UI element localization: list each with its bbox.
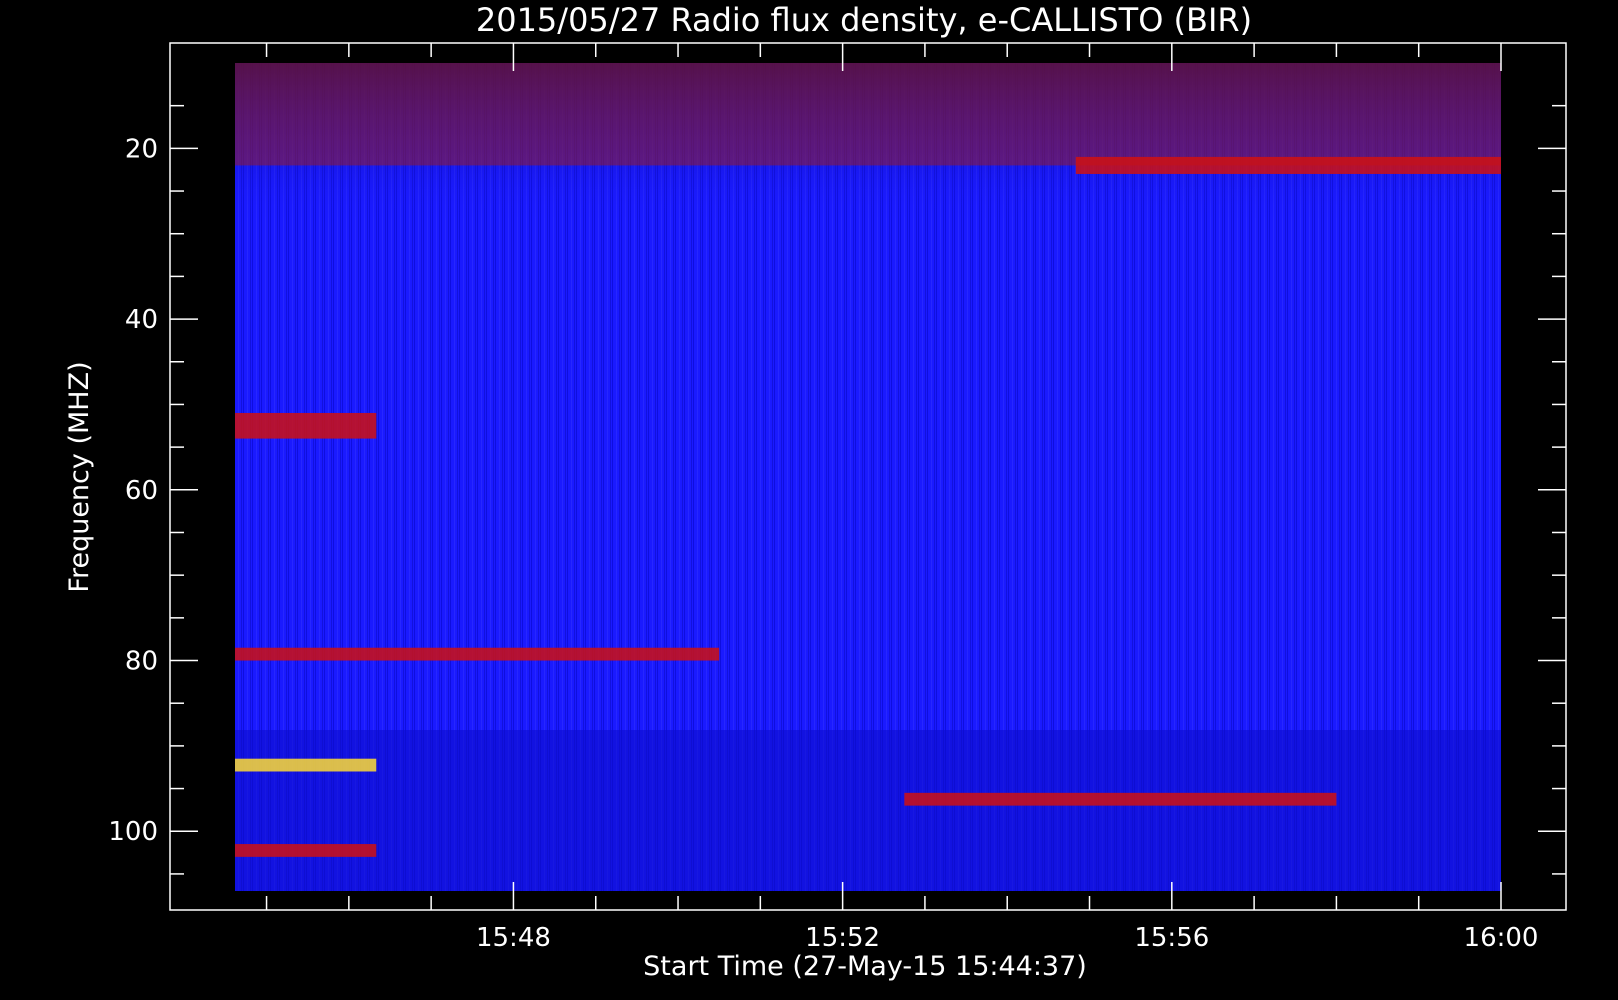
feature-band-5 [904, 792, 1337, 806]
feature-band-6 [1075, 156, 1501, 174]
chart-title: 2015/05/27 Radio flux density, e-CALLIST… [476, 1, 1252, 39]
y-tick-label-20: 20 [125, 134, 158, 164]
x-tick-label-1548: 15:48 [476, 923, 551, 953]
y-tick-label-40: 40 [125, 305, 158, 335]
feature-band-2 [235, 647, 720, 661]
y-axis-label: Frequency (MHZ) [64, 361, 95, 592]
feature-band-3 [235, 758, 377, 772]
y-tick-label-80: 80 [125, 647, 158, 677]
feature-band-0 [235, 63, 1501, 166]
x-tick-label-1556: 15:56 [1134, 923, 1209, 953]
feature-band-1 [235, 412, 377, 439]
x-tick-label-1600: 16:00 [1464, 923, 1539, 953]
y-tick-label-60: 60 [125, 476, 158, 506]
y-tick-label-100: 100 [108, 817, 158, 847]
feature-band-4 [235, 844, 377, 857]
x-tick-label-1552: 15:52 [805, 923, 880, 953]
spectrogram-image [235, 63, 1501, 891]
spectrogram-bottom-band [235, 730, 1501, 891]
x-axis-label: Start Time (27-May-15 15:44:37) [643, 951, 1087, 982]
spectrogram-chart: 2015/05/27 Radio flux density, e-CALLIST… [64, 1, 1567, 982]
